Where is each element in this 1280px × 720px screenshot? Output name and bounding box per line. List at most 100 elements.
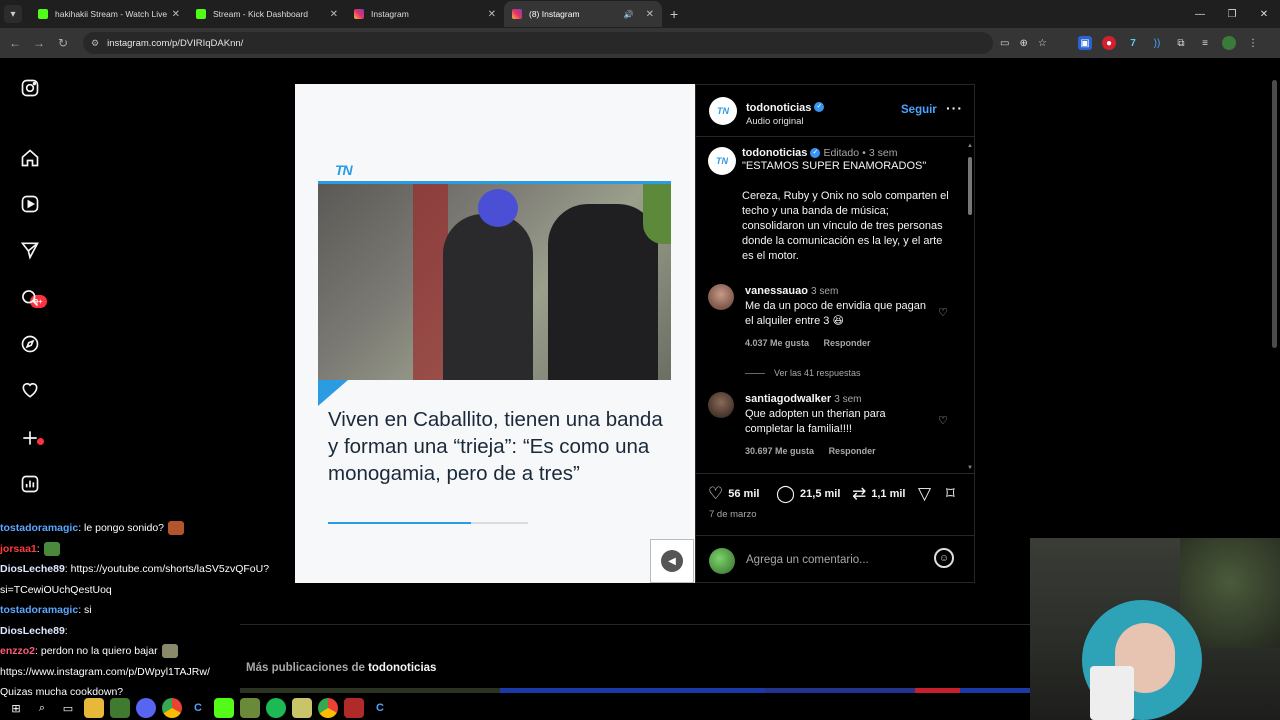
back-arrow-icon[interactable]: ←	[3, 36, 27, 50]
app-icon[interactable]	[292, 698, 312, 718]
close-icon[interactable]: ✕	[330, 9, 338, 20]
chat-line: enzzo2: perdon no la quiero bajar	[0, 641, 300, 662]
kick-icon[interactable]	[214, 698, 234, 718]
speaker-icon[interactable]: 🔊	[624, 10, 634, 19]
minecraft-icon[interactable]	[240, 698, 260, 718]
more-posts-strip[interactable]	[240, 688, 1030, 693]
headline-rule	[328, 522, 528, 524]
emoji-icon[interactable]: ☺	[934, 548, 954, 568]
extension-icon[interactable]: 7	[1126, 36, 1140, 50]
kebab-menu-icon[interactable]: ⋮	[1246, 36, 1260, 50]
comments-scrollbar[interactable]: ▲ ▼	[966, 143, 974, 473]
post-media[interactable]: TN Viven en Caballito, tienen una banda …	[295, 84, 695, 583]
extensions-bar: ▣ ● 7 )) ⧉ ≡ ⋮	[1078, 28, 1260, 58]
like-count: 56 mil	[728, 488, 760, 500]
comment-username[interactable]: santiagodwalker	[745, 393, 831, 405]
app-icon[interactable]: C	[188, 698, 208, 718]
comment-username[interactable]: vanessauao	[745, 285, 808, 297]
reels-icon[interactable]	[18, 192, 42, 216]
scrollbar-thumb[interactable]	[968, 157, 972, 215]
audio-label[interactable]: Audio original	[746, 116, 824, 127]
app-icon[interactable]	[110, 698, 130, 718]
reload-icon[interactable]: ↻	[51, 36, 75, 50]
instagram-logo-icon[interactable]	[18, 76, 42, 100]
comment-button[interactable]: ◯ 21,5 mil	[776, 484, 840, 504]
mute-button[interactable]: ◀	[650, 539, 694, 583]
browser-tab[interactable]: Instagram ✕	[346, 1, 504, 27]
bookmark-star-icon[interactable]: ☆	[1038, 38, 1047, 49]
avatar[interactable]: TN	[709, 97, 737, 125]
save-button[interactable]: ⌑	[946, 484, 960, 504]
browser-tab-active[interactable]: (8) Instagram 🔊 ✕	[504, 1, 662, 27]
scroll-up-icon[interactable]: ▲	[967, 143, 973, 149]
chrome-icon[interactable]	[318, 698, 338, 718]
tab-title: (8) Instagram	[529, 9, 580, 19]
reply-button[interactable]: Responder	[824, 338, 871, 348]
scroll-down-icon[interactable]: ▼	[967, 465, 973, 471]
comments-list[interactable]: TN todonoticias ✓ Editado • 3 sem "ESTAMO…	[696, 138, 966, 471]
dashboard-icon[interactable]	[18, 472, 42, 496]
scrollbar-thumb[interactable]	[1272, 80, 1277, 348]
reply-button[interactable]: Responder	[829, 446, 876, 456]
tab-search-button[interactable]: ▾	[4, 5, 22, 23]
extension-icon[interactable]: ▣	[1078, 36, 1092, 50]
comment-input[interactable]: Agrega un comentario...	[746, 554, 869, 566]
chat-line: DiosLeche89: https://youtube.com/shorts/…	[0, 563, 270, 575]
search-icon[interactable]	[18, 286, 42, 310]
extension-icon[interactable]: ●	[1102, 36, 1116, 50]
repost-button[interactable]: ⇄ 1,1 mil	[852, 484, 906, 504]
share-button[interactable]: ▽	[918, 484, 936, 504]
chrome-icon[interactable]	[162, 698, 182, 718]
close-window-icon[interactable]: ✕	[1248, 0, 1280, 28]
close-icon[interactable]: ✕	[488, 9, 496, 20]
new-tab-button[interactable]: +	[670, 6, 678, 22]
discord-icon[interactable]	[136, 698, 156, 718]
task-view-icon[interactable]: ▭	[58, 698, 78, 718]
spotify-icon[interactable]	[266, 698, 286, 718]
reading-list-icon[interactable]: ≡	[1198, 36, 1212, 50]
avatar[interactable]: TN	[708, 147, 736, 175]
browser-tab[interactable]: hakihakii Stream - Watch Live o ✕	[30, 1, 188, 27]
explore-icon[interactable]	[18, 332, 42, 356]
url-input[interactable]: ⚙ instagram.com/p/DVIRIqDAKnn/	[83, 32, 993, 54]
puzzle-icon[interactable]: ⧉	[1174, 36, 1188, 50]
start-icon[interactable]: ⊞	[6, 698, 26, 718]
more-options-icon[interactable]: ···	[946, 100, 963, 116]
extension-icon[interactable]: ))	[1150, 36, 1164, 50]
more-posts-user[interactable]: todonoticias	[368, 662, 436, 674]
avatar[interactable]	[1222, 36, 1236, 50]
avatar[interactable]	[708, 392, 734, 418]
caption-username[interactable]: todonoticias	[742, 147, 807, 159]
app-icon[interactable]	[344, 698, 364, 718]
browser-tab[interactable]: Stream - Kick Dashboard ✕	[188, 1, 346, 27]
like-button[interactable]: ♡ 56 mil	[708, 484, 759, 504]
tn-logo: TN	[335, 162, 353, 178]
create-icon[interactable]	[18, 426, 42, 450]
forward-arrow-icon[interactable]: →	[27, 36, 51, 50]
follow-button[interactable]: Seguir	[901, 104, 937, 116]
messages-icon[interactable]	[18, 238, 42, 262]
emote-icon	[43, 541, 60, 556]
home-icon[interactable]	[18, 146, 42, 170]
avatar[interactable]	[708, 284, 734, 310]
view-replies-button[interactable]: Ver las 41 respuestas	[745, 368, 861, 378]
like-comment-icon[interactable]: ♡	[938, 414, 948, 427]
like-comment-icon[interactable]: ♡	[938, 306, 948, 319]
address-bar-row: ← → ↻ ⚙ instagram.com/p/DVIRIqDAKnn/ ▭ ⊕…	[0, 28, 1280, 58]
close-icon[interactable]: ✕	[172, 9, 180, 20]
app-icon[interactable]: C	[370, 698, 390, 718]
restore-icon[interactable]: ❐	[1216, 0, 1248, 28]
zoom-icon[interactable]: ⊕	[1019, 38, 1027, 49]
close-icon[interactable]: ✕	[646, 9, 654, 20]
heart-icon[interactable]	[18, 378, 42, 402]
minimize-icon[interactable]: —	[1184, 0, 1216, 28]
post-date: 7 de marzo	[709, 509, 757, 520]
comment-likes[interactable]: 4.037 Me gusta	[745, 338, 809, 348]
search-icon[interactable]: ⌕	[32, 698, 52, 718]
site-info-icon[interactable]: ⚙	[91, 38, 99, 49]
file-explorer-icon[interactable]	[84, 698, 104, 718]
instagram-sidebar: 9+	[0, 58, 62, 518]
cast-icon[interactable]: ▭	[1000, 38, 1009, 49]
post-username[interactable]: todonoticias	[746, 102, 811, 114]
comment-likes[interactable]: 30.697 Me gusta	[745, 446, 814, 456]
